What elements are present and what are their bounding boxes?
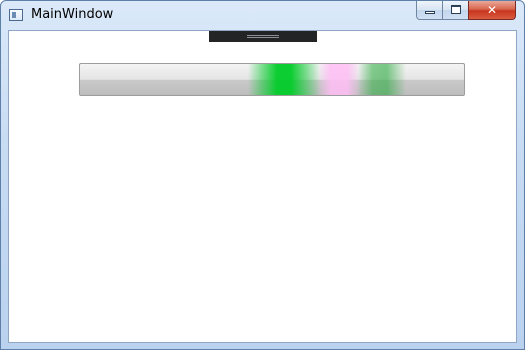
client-area — [8, 30, 517, 343]
indicator-glow-green-dim — [358, 64, 406, 95]
close-button[interactable]: ✕ — [468, 1, 516, 20]
indicator-glow-pink — [318, 64, 360, 95]
maximize-button[interactable] — [442, 1, 469, 20]
window-bottom-frame — [1, 343, 524, 349]
drag-handle[interactable] — [209, 31, 317, 42]
grip-line — [247, 35, 279, 36]
main-window: MainWindow ✕ — [0, 0, 525, 350]
close-icon: ✕ — [486, 3, 498, 17]
window-title: MainWindow — [31, 7, 114, 22]
app-window-icon[interactable] — [9, 9, 23, 21]
minimize-icon — [425, 11, 435, 14]
title-bar[interactable]: MainWindow ✕ — [1, 1, 524, 29]
maximize-icon — [451, 5, 461, 14]
indicator-glow-green — [248, 64, 320, 95]
minimize-button[interactable] — [416, 1, 443, 20]
indicator-bar — [79, 63, 465, 96]
grip-line — [247, 37, 279, 38]
